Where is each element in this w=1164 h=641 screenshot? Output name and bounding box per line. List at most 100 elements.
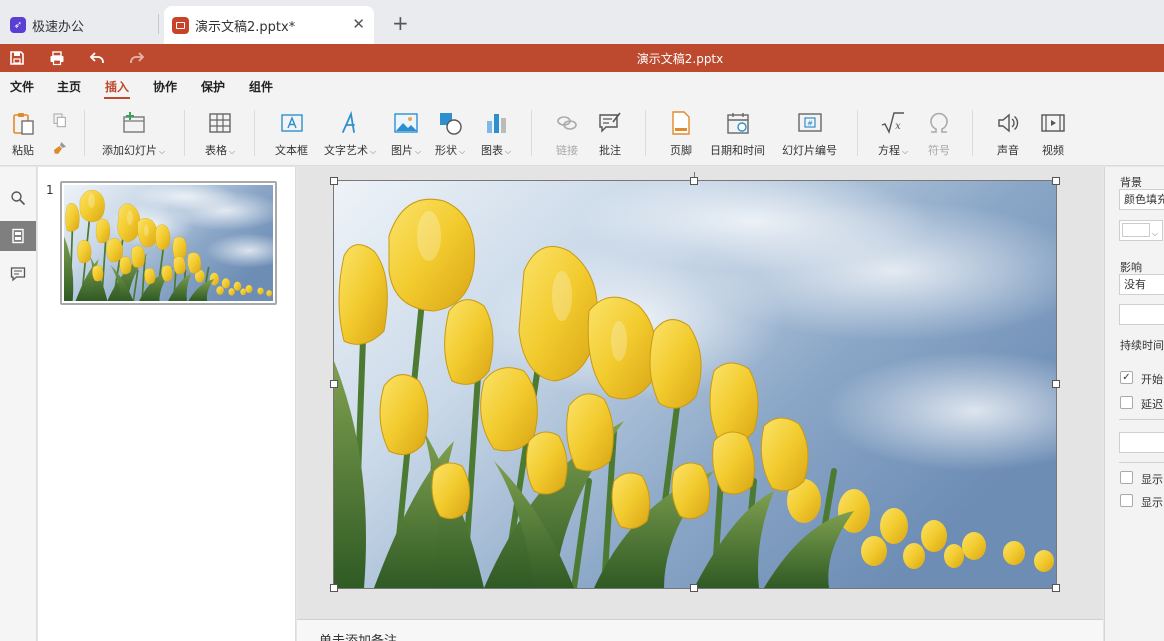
ribbon-divider [184,110,185,156]
tab-divider [158,14,159,34]
chevron-down-icon: ⌵ [229,147,236,156]
resize-handle-sw[interactable] [330,584,338,592]
datetime-button[interactable]: 日期和时间 [710,110,765,158]
slide-thumbnails-panel: 1 [38,167,296,641]
text-art-button[interactable]: 文字艺术 ⌵ [324,110,376,158]
notes-placeholder: 单击添加备注 [319,630,397,641]
copy-button[interactable] [50,110,70,130]
format-painter-button[interactable] [50,138,70,158]
audio-label: 声音 [997,144,1019,157]
chevron-down-icon: ⌵ [902,147,909,156]
resize-handle-e[interactable] [1052,380,1060,388]
link-button[interactable]: 链接 [554,110,580,158]
delay-checkbox[interactable] [1120,396,1133,409]
video-button[interactable]: 视频 [1040,110,1066,158]
start-on-click-checkbox[interactable]: ✓ [1120,371,1133,384]
image-icon [393,110,419,136]
comment-label: 批注 [599,144,621,157]
tab-insert[interactable]: 插入 [105,78,129,95]
show-checkbox-1[interactable] [1120,471,1133,484]
symbol-label: 符号 [928,144,950,157]
image-button[interactable]: 图片 ⌵ [391,110,421,158]
tab-file[interactable]: 文件 [10,78,34,95]
link-label: 链接 [556,144,578,157]
browser-tab-bar: ➶ 极速办公 演示文稿2.pptx* ✕ + [0,0,1164,44]
ribbon-divider [972,110,973,156]
slide-thumbnail[interactable] [60,181,277,305]
calendar-icon [725,110,751,136]
resize-handle-s[interactable] [690,584,698,592]
comment-button[interactable]: 批注 [597,110,623,158]
add-slide-label: 添加幻灯片 [102,144,157,157]
textbox-button[interactable]: 文本框 [275,110,308,158]
notes-area[interactable]: 单击添加备注 [297,619,1103,641]
footer-button[interactable]: 页脚 [668,110,694,158]
document-title: 演示文稿2.pptx [636,52,724,66]
resize-handle-ne[interactable] [1052,177,1060,185]
footer-label: 页脚 [670,144,692,157]
chevron-down-icon: ⌵ [370,147,377,156]
effect-option-select[interactable] [1119,304,1164,325]
table-button[interactable]: 表格 ⌵ [205,110,235,158]
tab-protect[interactable]: 保护 [201,78,225,95]
slide-number-icon: # [797,110,823,136]
audio-button[interactable]: 声音 [995,110,1021,158]
tab-home[interactable]: 主页 [57,78,81,95]
ribbon-divider [531,110,532,156]
shape-label: 形状 [435,144,457,157]
paste-label: 粘贴 [12,144,34,157]
omega-icon [926,110,952,136]
brush-icon [50,138,70,158]
add-slide-button[interactable]: 添加幻灯片 ⌵ [102,110,165,158]
speaker-icon [995,110,1021,136]
tab-collaborate[interactable]: 协作 [153,78,177,95]
slide[interactable] [334,181,1057,588]
resize-handle-w[interactable] [330,380,338,388]
chevron-down-icon: ⌵ [505,147,512,156]
table-icon [207,110,233,136]
shape-icon [437,110,463,136]
paste-icon [10,110,36,136]
close-icon[interactable]: ✕ [352,16,365,32]
video-label: 视频 [1042,144,1064,157]
equation-button[interactable]: x 方程 ⌵ [878,110,908,158]
symbol-button[interactable]: 符号 [926,110,952,158]
panel-divider [1119,419,1164,420]
tab-document[interactable]: 演示文稿2.pptx* ✕ [164,6,374,44]
resize-handle-n[interactable] [690,177,698,185]
slide-number-button[interactable]: # 幻灯片编号 [782,110,837,158]
text-art-label: 文字艺术 [324,144,368,157]
delay-label: 延迟 [1141,398,1163,411]
effect-select[interactable]: 没有 [1119,274,1164,295]
tulip-photo[interactable] [334,181,1057,588]
apply-all-button[interactable] [1119,432,1164,453]
show-checkbox-2[interactable] [1120,494,1133,507]
shape-button[interactable]: 形状 ⌵ [435,110,465,158]
resize-handle-se[interactable] [1052,584,1060,592]
resize-handle-nw[interactable] [330,177,338,185]
slides-panel-button[interactable] [0,221,36,251]
slide-number-label: 幻灯片编号 [782,144,837,157]
search-button[interactable] [0,183,36,213]
tab-app-home[interactable]: ➶ 极速办公 [0,6,158,44]
chart-icon [483,110,509,136]
show-label-1: 显示 [1141,473,1163,486]
paste-button[interactable]: 粘贴 [10,110,36,158]
equation-icon: x [880,110,906,136]
ribbon-divider [84,110,85,156]
tab-plugins[interactable]: 组件 [249,78,273,95]
slides-icon [12,228,24,244]
comments-panel-button[interactable] [0,259,36,289]
add-tab-button[interactable]: + [392,12,409,34]
video-icon [1040,110,1066,136]
svg-text:#: # [807,120,813,128]
chevron-down-icon: ⌵ [1152,229,1159,238]
color-swatch [1122,223,1150,237]
ribbon-divider [645,110,646,156]
slide-number: 1 [46,183,54,197]
color-picker[interactable]: ⌵ [1119,220,1163,241]
chart-button[interactable]: 图表 ⌵ [481,110,511,158]
duration-label: 持续时间 [1120,339,1164,352]
comment-icon [10,267,26,282]
fill-type-select[interactable]: 颜色填充 [1119,189,1164,210]
